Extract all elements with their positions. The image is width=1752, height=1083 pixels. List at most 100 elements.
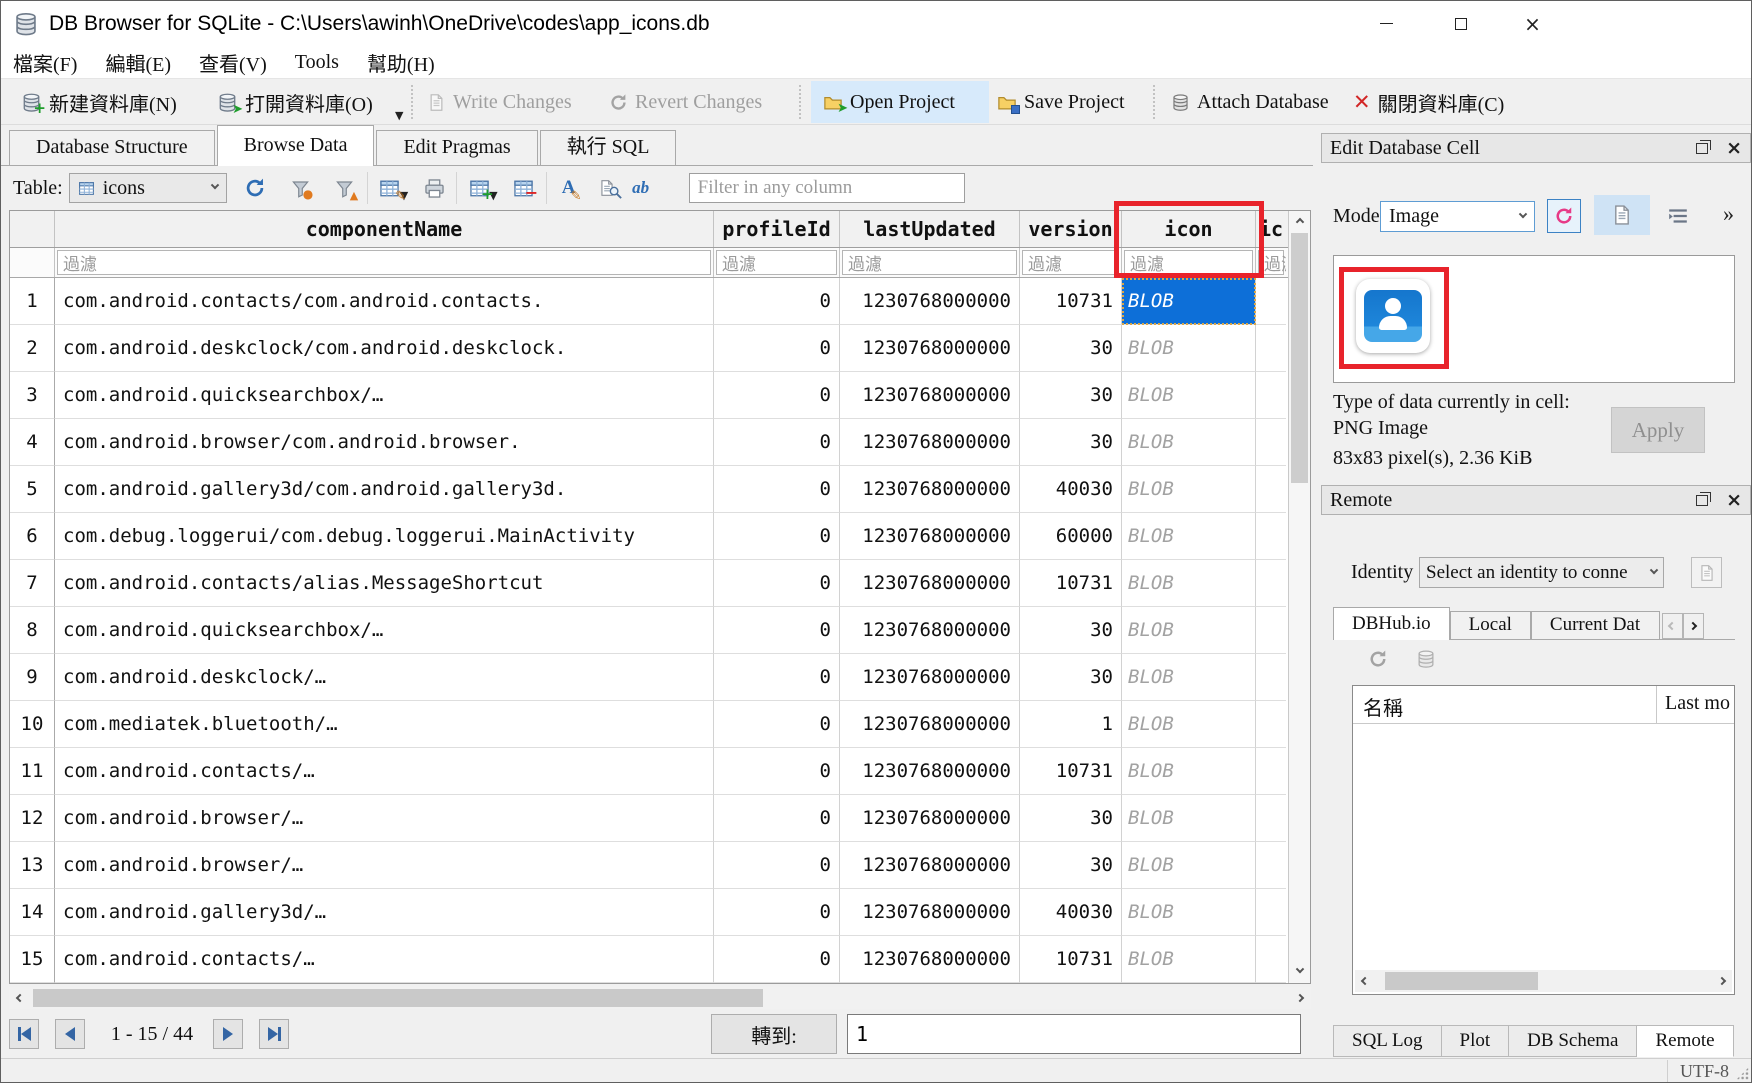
cell-icon[interactable]: BLOB [1122, 701, 1256, 748]
more-tools-button[interactable]: » [1723, 201, 1734, 227]
cell-lastupdated[interactable]: 1230768000000 [840, 748, 1020, 795]
cell-extra[interactable] [1256, 654, 1286, 701]
cell-lastupdated[interactable]: 1230768000000 [840, 419, 1020, 466]
edit-record-button[interactable]: ✎ [376, 174, 404, 202]
identity-select[interactable]: Select an identity to conne [1419, 557, 1664, 588]
cell-componentname[interactable]: com.android.deskclock/… [55, 654, 714, 701]
cell-version[interactable]: 60000 [1020, 513, 1122, 560]
column-header-componentname[interactable]: componentName [55, 211, 714, 247]
filter-input-componentname[interactable]: 過濾 [55, 248, 714, 277]
cell-profileid[interactable]: 0 [714, 936, 840, 983]
encoding-status[interactable]: UTF-8 [1667, 1060, 1729, 1082]
remote-column-last-modified[interactable]: Last mo [1665, 692, 1733, 715]
scroll-up-button[interactable] [1289, 211, 1310, 233]
cell-lastupdated[interactable]: 1230768000000 [840, 795, 1020, 842]
cell-componentname[interactable]: com.android.browser/… [55, 795, 714, 842]
tab-database-structure[interactable]: Database Structure [9, 130, 215, 165]
remote-column-name[interactable]: 名稱 [1363, 692, 1403, 721]
clear-filters-button[interactable]: ● [287, 174, 315, 202]
scroll-left-button[interactable] [1355, 970, 1375, 992]
next-record-button[interactable] [213, 1019, 243, 1049]
tab-edit-pragmas[interactable]: Edit Pragmas [376, 130, 537, 165]
cell-icon[interactable]: BLOB [1122, 513, 1256, 560]
cell-profileid[interactable]: 0 [714, 466, 840, 513]
remote-horizontal-scrollbar[interactable] [1355, 970, 1732, 992]
cell-extra[interactable] [1256, 372, 1286, 419]
cell-version[interactable]: 10731 [1020, 278, 1122, 325]
cell-icon[interactable]: BLOB [1122, 936, 1256, 983]
cell-lastupdated[interactable]: 1230768000000 [840, 466, 1020, 513]
first-record-button[interactable] [9, 1019, 39, 1049]
open-project-button[interactable]: ➤ Open Project [819, 83, 959, 121]
menu-edit[interactable]: 編輯(E) [105, 48, 171, 77]
encoding-button[interactable]: ab [627, 174, 655, 202]
cell-version[interactable]: 30 [1020, 654, 1122, 701]
cell-lastupdated[interactable]: 1230768000000 [840, 936, 1020, 983]
cell-version[interactable]: 30 [1020, 419, 1122, 466]
cell-icon[interactable]: BLOB [1122, 654, 1256, 701]
cell-lastupdated[interactable]: 1230768000000 [840, 560, 1020, 607]
import-data-button[interactable] [1547, 199, 1581, 233]
filter-input-profileid[interactable]: 過濾 [714, 248, 840, 277]
cell-version[interactable]: 40030 [1020, 466, 1122, 513]
tab-execute-sql[interactable]: 執行 SQL [540, 130, 677, 165]
menu-help[interactable]: 幫助(H) [367, 48, 435, 77]
cell-icon[interactable]: BLOB [1122, 795, 1256, 842]
cell-icon[interactable]: BLOB [1122, 560, 1256, 607]
filter-input-partial[interactable]: 過濾 [1256, 248, 1286, 277]
cell-componentname[interactable]: com.android.contacts/alias.MessageShortc… [55, 560, 714, 607]
cell-componentname[interactable]: com.android.quicksearchbox/… [55, 607, 714, 654]
cell-profileid[interactable]: 0 [714, 560, 840, 607]
cell-profileid[interactable]: 0 [714, 513, 840, 560]
cell-componentname[interactable]: com.android.gallery3d/… [55, 889, 714, 936]
new-database-button[interactable]: + 新建資料庫(N) [17, 83, 181, 121]
column-header-profileid[interactable]: profileId [714, 211, 840, 247]
scroll-right-button[interactable] [1289, 987, 1311, 1009]
cell-profileid[interactable]: 0 [714, 889, 840, 936]
cell-extra[interactable] [1256, 936, 1286, 983]
cell-lastupdated[interactable]: 1230768000000 [840, 513, 1020, 560]
cell-version[interactable]: 30 [1020, 607, 1122, 654]
cell-icon[interactable]: BLOB [1122, 325, 1256, 372]
tab-local[interactable]: Local [1450, 611, 1531, 639]
cell-version[interactable]: 30 [1020, 325, 1122, 372]
minimize-button[interactable] [1363, 1, 1410, 46]
cell-extra[interactable] [1256, 842, 1286, 889]
attach-database-button[interactable]: Attach Database [1167, 83, 1333, 121]
table-select[interactable]: icons [69, 173, 227, 203]
last-record-button[interactable] [259, 1019, 289, 1049]
vertical-scrollbar-thumb[interactable] [1291, 233, 1308, 483]
cell-lastupdated[interactable]: 1230768000000 [840, 842, 1020, 889]
refresh-button[interactable] [241, 174, 269, 202]
save-filter-button[interactable]: ▲ [331, 174, 359, 202]
cell-profileid[interactable]: 0 [714, 795, 840, 842]
scroll-left-button[interactable] [9, 987, 31, 1009]
cell-extra[interactable] [1256, 889, 1286, 936]
cell-extra[interactable] [1256, 748, 1286, 795]
cell-componentname[interactable]: com.android.contacts/… [55, 748, 714, 795]
resize-grip-icon[interactable] [1736, 1067, 1749, 1080]
save-project-button[interactable]: Save Project [993, 83, 1129, 121]
cell-extra[interactable] [1256, 795, 1286, 842]
cell-version[interactable]: 10731 [1020, 748, 1122, 795]
cell-profileid[interactable]: 0 [714, 419, 840, 466]
dock-close-icon[interactable]: × [1726, 139, 1742, 158]
cell-lastupdated[interactable]: 1230768000000 [840, 278, 1020, 325]
cell-icon[interactable]: BLOB [1122, 372, 1256, 419]
cell-extra[interactable] [1256, 701, 1286, 748]
cell-extra[interactable] [1256, 466, 1286, 513]
cell-version[interactable]: 30 [1020, 842, 1122, 889]
maximize-button[interactable] [1437, 1, 1484, 46]
remote-scrollbar-thumb[interactable] [1385, 972, 1538, 990]
cell-version[interactable]: 30 [1020, 372, 1122, 419]
tab-browse-data[interactable]: Browse Data [217, 125, 375, 166]
cell-componentname[interactable]: com.android.deskclock/com.android.deskcl… [55, 325, 714, 372]
tab-current-database[interactable]: Current Dat [1531, 611, 1660, 639]
mode-select[interactable]: Image [1380, 201, 1535, 232]
cell-componentname[interactable]: com.android.browser/… [55, 842, 714, 889]
dock-float-icon[interactable] [1696, 495, 1708, 506]
filter-input-icon[interactable]: 過濾 [1122, 248, 1256, 277]
goto-record-button[interactable]: 轉到: [711, 1014, 837, 1054]
cell-profileid[interactable]: 0 [714, 654, 840, 701]
cell-componentname[interactable]: com.android.contacts/… [55, 936, 714, 983]
